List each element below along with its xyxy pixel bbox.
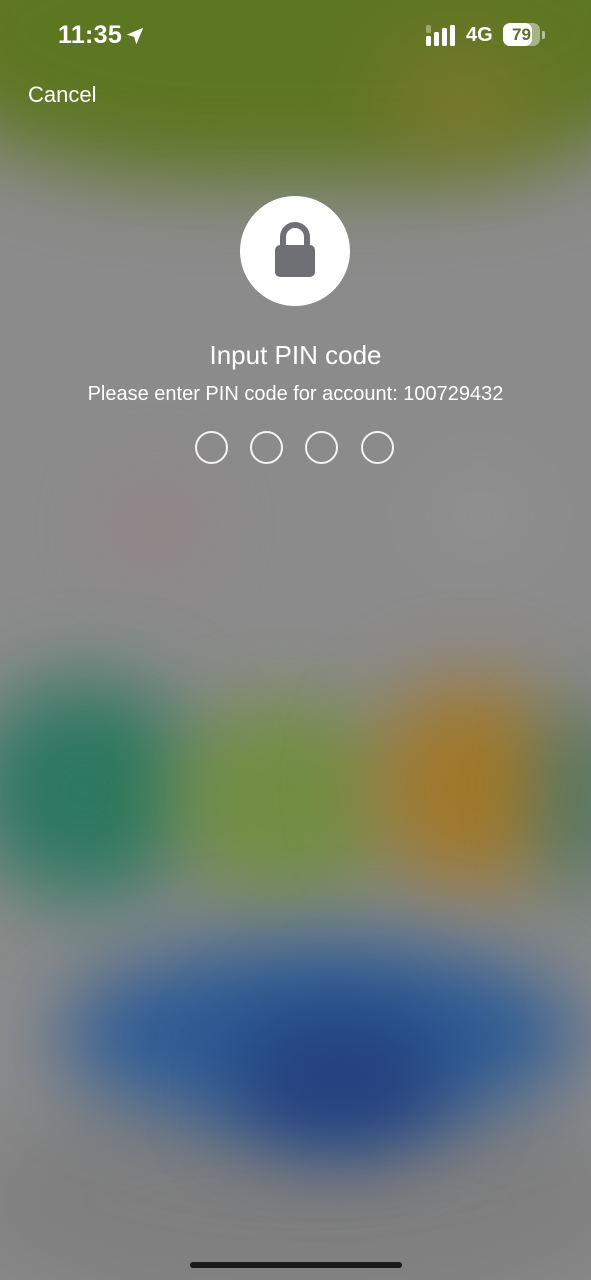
wallpaper-blob [420, 470, 540, 560]
pin-title: Input PIN code [209, 340, 382, 370]
pin-entry-dots[interactable] [195, 431, 395, 465]
cellular-signal-icon [426, 25, 455, 46]
wallpaper-blob [230, 1010, 450, 1150]
battery-cap [542, 31, 545, 39]
status-bar: 11:35 4G 79 [0, 0, 591, 70]
lock-badge [240, 196, 350, 306]
wallpaper-blob [110, 480, 200, 570]
pin-digit-dot [305, 431, 338, 464]
battery-level: 79 [512, 25, 531, 44]
pin-subtitle: Please enter PIN code for account: 10072… [87, 383, 504, 405]
status-time: 11:35 [58, 21, 123, 49]
wallpaper-blob [170, 700, 400, 900]
pin-digit-dot [361, 431, 394, 464]
lock-icon [275, 222, 315, 277]
pin-digit-dot [250, 431, 283, 464]
network-type: 4G [466, 24, 493, 46]
battery-indicator: 79 [503, 23, 540, 46]
cancel-button[interactable]: Cancel [28, 82, 96, 108]
pin-digit-dot [195, 431, 228, 464]
blurred-wallpaper [0, 0, 591, 1280]
home-indicator[interactable] [190, 1262, 402, 1268]
location-arrow-icon [126, 27, 144, 45]
